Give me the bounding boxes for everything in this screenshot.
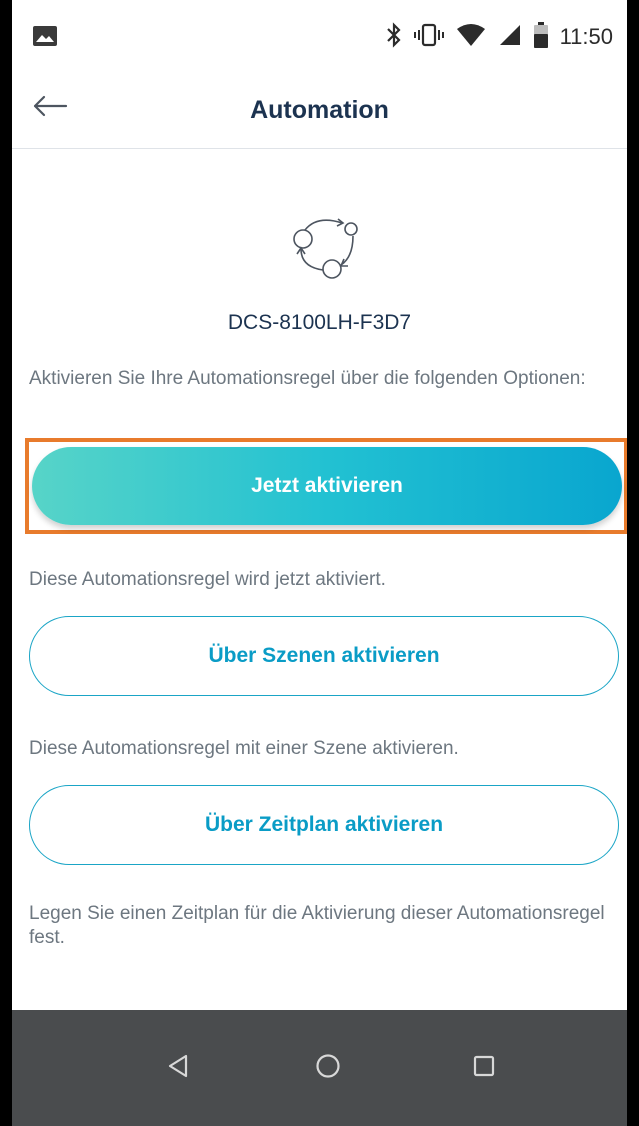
back-triangle-icon xyxy=(167,1054,189,1083)
recents-square-icon xyxy=(473,1055,495,1082)
nav-recents-button[interactable] xyxy=(464,1048,504,1088)
activate-via-scenes-button[interactable]: Über Szenen aktivieren xyxy=(29,616,619,696)
automation-cycle-icon xyxy=(287,209,367,289)
activate-now-description: Diese Automationsregel wird jetzt aktivi… xyxy=(29,569,386,590)
signal-icon xyxy=(498,23,522,52)
status-icons: 11:50 xyxy=(386,20,613,54)
intro-text: Aktivieren Sie Ihre Automationsregel übe… xyxy=(29,368,586,389)
activate-via-scenes-description: Diese Automationsregel mit einer Szene a… xyxy=(29,738,459,759)
wifi-icon xyxy=(456,23,486,52)
navigation-bar xyxy=(12,1010,627,1126)
phone-screen: 11:50 Automation DCS-8100LH-F3D7 Aktivie… xyxy=(12,0,627,1126)
bluetooth-icon xyxy=(386,21,402,53)
app-bar: Automation xyxy=(12,70,627,149)
activate-now-button[interactable]: Jetzt aktivieren xyxy=(32,447,622,525)
nav-back-button[interactable] xyxy=(158,1048,198,1088)
device-name: DCS-8100LH-F3D7 xyxy=(227,311,412,334)
status-bar: 11:50 xyxy=(12,0,627,70)
activate-via-schedule-description: Legen Sie einen Zeitplan für die Aktivie… xyxy=(29,903,605,948)
status-time: 11:50 xyxy=(559,24,613,49)
activate-via-schedule-button[interactable]: Über Zeitplan aktivieren xyxy=(29,785,619,865)
page-title: Automation xyxy=(250,96,389,124)
home-circle-icon xyxy=(315,1053,341,1084)
image-icon xyxy=(32,25,58,52)
battery-icon xyxy=(533,21,548,53)
vibrate-icon xyxy=(413,23,444,52)
nav-home-button[interactable] xyxy=(308,1048,348,1088)
